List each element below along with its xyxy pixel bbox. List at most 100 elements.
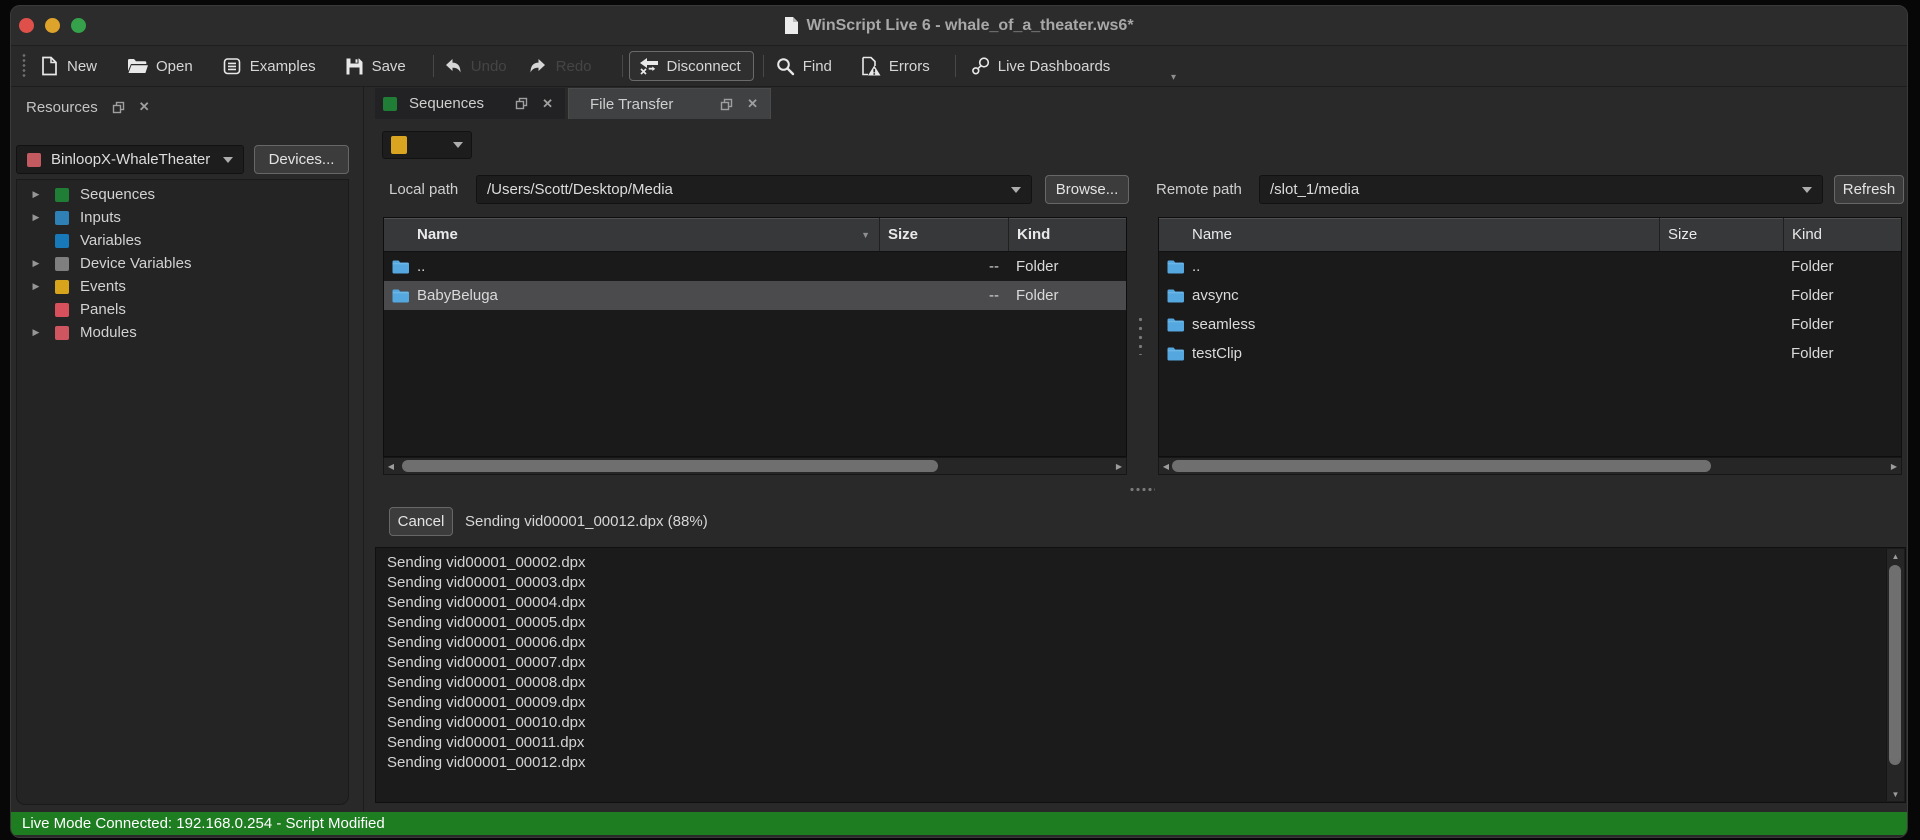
expand-arrow-icon[interactable]: ▶: [17, 258, 55, 269]
log-splitter-handle[interactable]: [1129, 487, 1155, 492]
examples-list-icon: [222, 56, 242, 76]
tab-file-transfer[interactable]: File Transfer ✕: [568, 88, 771, 119]
transfer-status-text: Sending vid00001_00012.dpx (88%): [465, 507, 708, 536]
expand-arrow-icon[interactable]: ▶: [17, 189, 55, 200]
resources-tree: ▶ Sequences ▶ Inputs Variables: [16, 179, 349, 805]
close-tab-icon[interactable]: ✕: [747, 96, 758, 112]
float-tab-icon[interactable]: [515, 97, 528, 110]
scroll-up-icon[interactable]: ▲: [1887, 549, 1904, 563]
errors-warning-icon: [860, 56, 881, 76]
events-icon: [55, 280, 69, 294]
float-tab-icon[interactable]: [720, 98, 733, 111]
refresh-button[interactable]: Refresh: [1834, 175, 1904, 204]
disconnect-button[interactable]: Disconnect: [629, 51, 754, 81]
live-dashboards-icon: [971, 57, 990, 76]
new-button[interactable]: New: [40, 56, 97, 76]
screen: WinScript Live 6 - whale_of_a_theater.ws…: [0, 0, 1920, 840]
local-table-hscrollbar[interactable]: ◀ ▶: [383, 457, 1127, 475]
table-row[interactable]: testClip Folder: [1159, 339, 1901, 368]
window-title: WinScript Live 6 - whale_of_a_theater.ws…: [806, 17, 1133, 35]
folder-icon: [1167, 289, 1184, 303]
device-selector-dropdown[interactable]: BinloopX-WhaleTheater: [16, 145, 244, 174]
column-header-size[interactable]: Size: [1660, 218, 1784, 251]
sidebar-item-sequences[interactable]: ▶ Sequences: [17, 183, 348, 206]
log-line: Sending vid00001_00008.dpx: [387, 673, 1881, 693]
sidebar-item-device-variables[interactable]: ▶ Device Variables: [17, 252, 348, 275]
scroll-right-icon[interactable]: ▶: [1112, 458, 1126, 474]
toolbar-overflow-caret[interactable]: ▾: [1171, 72, 1176, 83]
remote-path-label: Remote path: [1156, 175, 1242, 204]
table-row[interactable]: avsync Folder: [1159, 281, 1901, 310]
expand-arrow-icon[interactable]: ▶: [17, 327, 55, 338]
redo-button[interactable]: Redo: [528, 58, 592, 75]
toolbar-separator: [433, 55, 434, 77]
log-vscrollbar[interactable]: ▲ ▼: [1886, 549, 1904, 801]
float-panel-icon[interactable]: [112, 101, 125, 114]
save-button[interactable]: Save: [345, 57, 406, 76]
open-folder-icon: [127, 57, 148, 75]
sequences-icon: [55, 188, 69, 202]
sidebar-item-variables[interactable]: Variables: [17, 229, 348, 252]
close-tab-icon[interactable]: ✕: [542, 96, 553, 112]
sidebar-item-modules[interactable]: ▶ Modules: [17, 321, 348, 344]
title-bar: WinScript Live 6 - whale_of_a_theater.ws…: [11, 6, 1907, 46]
remote-path-dropdown[interactable]: /slot_1/media: [1259, 175, 1823, 204]
local-files-table: Name ▼ Size Kind .. -- Folder: [383, 217, 1127, 457]
variables-icon: [55, 234, 69, 248]
document-icon: [784, 17, 798, 34]
scroll-left-icon[interactable]: ◀: [1159, 458, 1173, 474]
expand-arrow-icon[interactable]: ▶: [17, 212, 55, 223]
main-area: Resources ✕ BinloopX-WhaleTheater Device…: [11, 87, 1907, 811]
folder-icon: [1167, 347, 1184, 361]
scrollbar-thumb[interactable]: [1172, 460, 1711, 472]
sidebar-item-events[interactable]: ▶ Events: [17, 275, 348, 298]
devices-button[interactable]: Devices...: [254, 145, 349, 174]
column-header-kind[interactable]: Kind: [1784, 218, 1901, 251]
local-path-dropdown[interactable]: /Users/Scott/Desktop/Media: [476, 175, 1032, 204]
log-line: Sending vid00001_00012.dpx: [387, 753, 1881, 773]
scrollbar-thumb[interactable]: [402, 460, 938, 472]
find-button[interactable]: Find: [776, 57, 832, 76]
close-panel-icon[interactable]: ✕: [139, 99, 150, 115]
browse-button[interactable]: Browse...: [1045, 175, 1129, 204]
column-header-name[interactable]: Name: [1159, 218, 1660, 251]
table-row[interactable]: .. -- Folder: [384, 252, 1126, 281]
chevron-down-icon: [223, 157, 233, 163]
table-row[interactable]: .. Folder: [1159, 252, 1901, 281]
open-button[interactable]: Open: [127, 57, 193, 75]
table-row[interactable]: seamless Folder: [1159, 310, 1901, 339]
column-header-size[interactable]: Size: [880, 218, 1009, 251]
sidebar-item-panels[interactable]: Panels: [17, 298, 348, 321]
scroll-right-icon[interactable]: ▶: [1887, 458, 1901, 474]
errors-button[interactable]: Errors: [860, 56, 930, 76]
column-header-name[interactable]: Name ▼: [384, 218, 880, 251]
scrollbar-thumb[interactable]: [1889, 565, 1901, 765]
status-bar: Live Mode Connected: 192.168.0.254 - Scr…: [11, 812, 1907, 835]
log-line: Sending vid00001_00002.dpx: [387, 553, 1881, 573]
cancel-button[interactable]: Cancel: [389, 507, 453, 536]
remote-table-hscrollbar[interactable]: ◀ ▶: [1158, 457, 1902, 475]
panel-splitter[interactable]: [363, 87, 364, 811]
log-line: Sending vid00001_00009.dpx: [387, 693, 1881, 713]
expand-arrow-icon[interactable]: ▶: [17, 281, 55, 292]
inputs-icon: [55, 211, 69, 225]
sidebar-item-inputs[interactable]: ▶ Inputs: [17, 206, 348, 229]
tab-sequences[interactable]: Sequences ✕: [375, 88, 565, 119]
log-line: Sending vid00001_00005.dpx: [387, 613, 1881, 633]
undo-button[interactable]: Undo: [443, 58, 507, 75]
scroll-left-icon[interactable]: ◀: [384, 458, 398, 474]
column-header-kind[interactable]: Kind: [1009, 218, 1126, 251]
panels-icon: [55, 303, 69, 317]
tables-splitter-handle[interactable]: [1138, 315, 1143, 355]
connection-status-text: Live Mode Connected: 192.168.0.254 - Scr…: [22, 815, 385, 832]
local-path-label: Local path: [389, 175, 458, 204]
live-dashboards-button[interactable]: Live Dashboards: [971, 57, 1111, 76]
scroll-down-icon[interactable]: ▼: [1887, 787, 1904, 801]
file-filter-dropdown[interactable]: [382, 131, 472, 159]
device-variables-icon: [55, 257, 69, 271]
examples-button[interactable]: Examples: [222, 56, 316, 76]
table-row-selected[interactable]: BabyBeluga -- Folder: [384, 281, 1126, 310]
redo-icon: [528, 58, 548, 74]
toolbar-separator: [955, 55, 956, 77]
toolbar-drag-handle[interactable]: [22, 53, 26, 79]
